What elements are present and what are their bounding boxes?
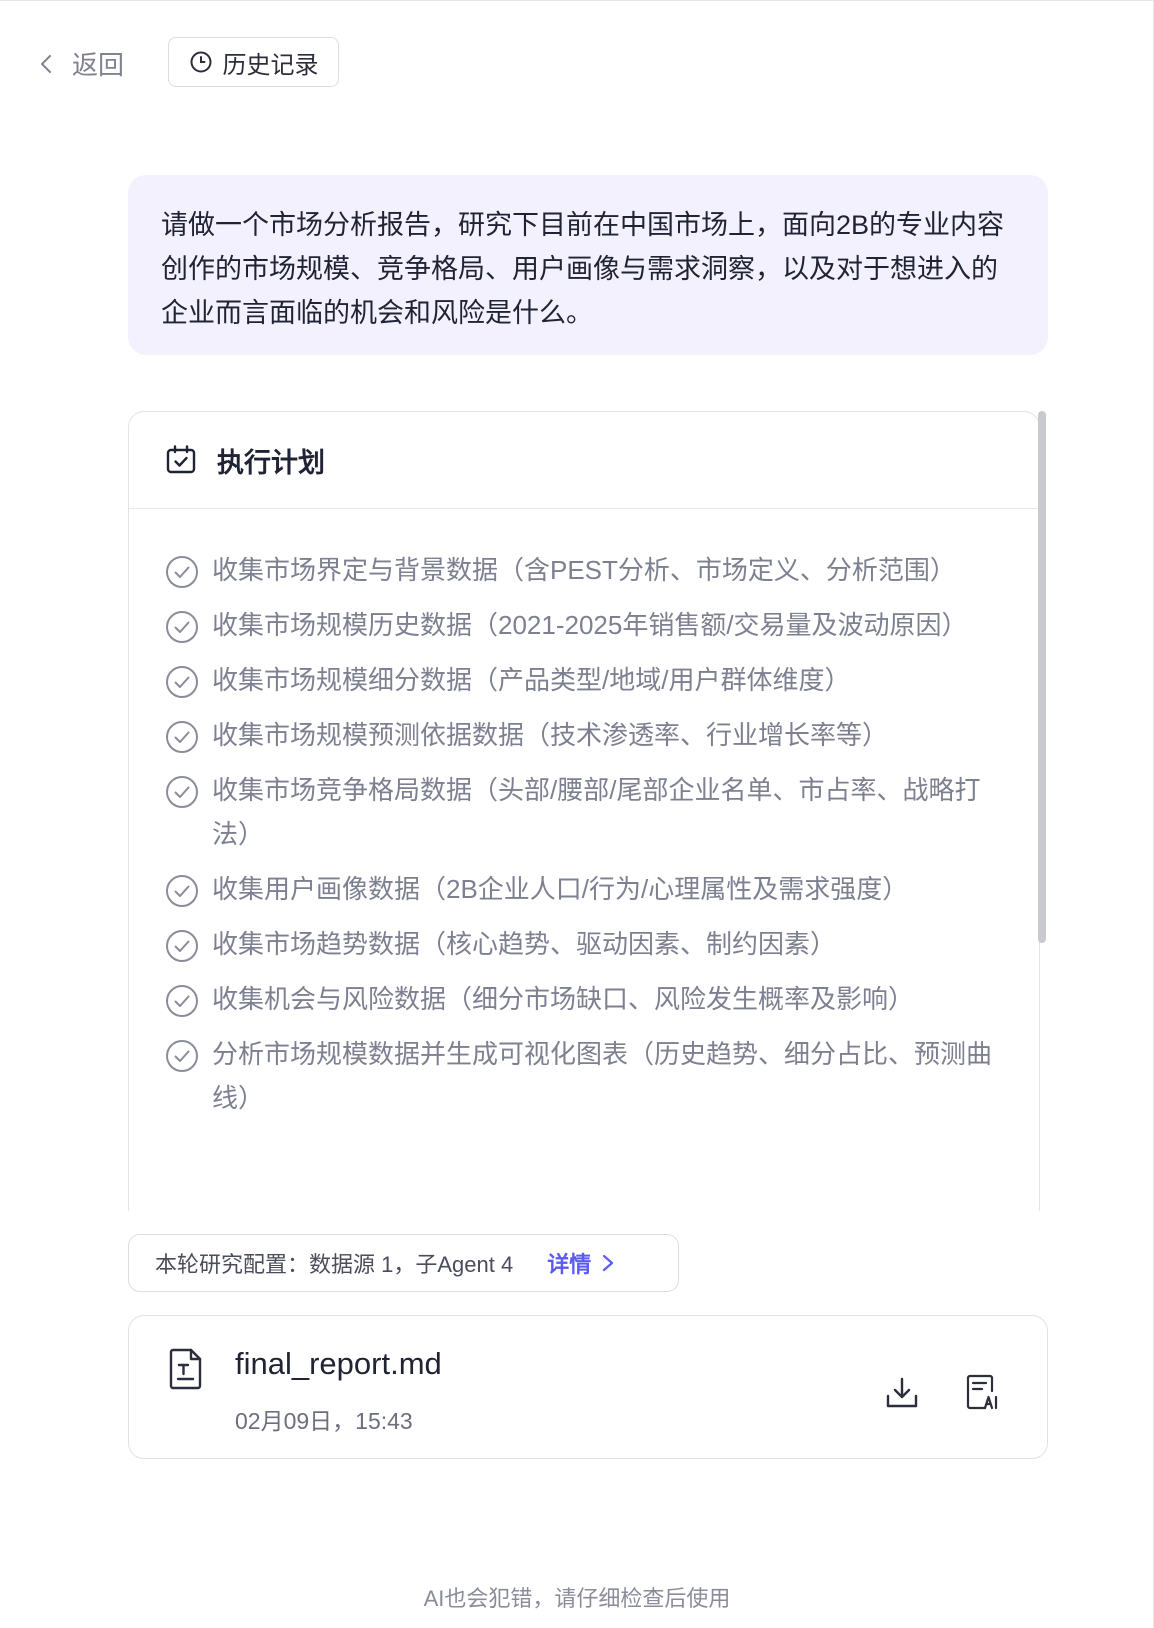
- chevron-left-icon: [41, 54, 51, 73]
- check-circle-icon: [166, 776, 198, 808]
- plan-item: 收集市场趋势数据（核心趋势、驱动因素、制约因素）: [165, 927, 999, 966]
- plan-scrollbar[interactable]: [1038, 411, 1046, 943]
- plan-item: 收集机会与风险数据（细分市场缺口、风险发生概率及影响）: [165, 982, 999, 1021]
- config-detail-label: 详情: [547, 1252, 592, 1277]
- plan-item-text: 收集用户画像数据（2B企业人口/行为/心理属性及需求强度）: [212, 874, 909, 904]
- plan-item-text: 收集机会与风险数据（细分市场缺口、风险发生概率及影响）: [212, 984, 915, 1014]
- plan-title: 执行计划: [217, 447, 325, 478]
- check-circle-icon: [166, 666, 198, 698]
- check-circle-icon: [166, 875, 198, 907]
- check-circle-icon: [166, 721, 198, 753]
- plan-item: 收集市场界定与背景数据（含PEST分析、市场定义、分析范围）: [165, 553, 999, 592]
- check-circle-icon: [166, 985, 198, 1017]
- plan-item-text: 分析市场规模数据并生成可视化图表（历史趋势、细分占比、预测曲线）: [212, 1039, 993, 1113]
- back-button[interactable]: 返回: [36, 45, 124, 82]
- plan-item: 收集市场规模预测依据数据（技术渗透率、行业增长率等）: [165, 718, 999, 757]
- history-button[interactable]: 历史记录: [168, 37, 339, 87]
- file-timestamp: 02月09日，15:43: [235, 1408, 413, 1434]
- execution-plan-card: 执行计划 收集市场界定与背景数据（含PEST分析、市场定义、分析范围） 收集市场…: [128, 411, 1040, 1211]
- plan-item-text: 收集市场规模细分数据（产品类型/地域/用户群体维度）: [212, 665, 851, 695]
- clock-icon: [190, 51, 211, 73]
- plan-item-text: 收集市场竞争格局数据（头部/腰部/尾部企业名单、市占率、战略打法）: [212, 775, 981, 849]
- history-label: 历史记录: [222, 51, 319, 79]
- check-circle-icon: [166, 930, 198, 962]
- ai-document-icon[interactable]: [965, 1374, 999, 1410]
- plan-item: 收集市场规模历史数据（2021-2025年销售额/交易量及波动原因）: [165, 608, 999, 647]
- research-config-pill: 本轮研究配置：数据源 1，子Agent 4 详情: [128, 1234, 679, 1292]
- plan-item-text: 收集市场趋势数据（核心趋势、驱动因素、制约因素）: [212, 929, 837, 959]
- ai-disclaimer: AI也会犯错，请仔细检查后使用: [423, 1586, 731, 1611]
- page: 返回 历史记录 请做一个市场分析报告，研究下目前在中国市场上，面向2B的专业内容…: [0, 0, 1154, 1628]
- plan-item-text: 收集市场规模历史数据（2021-2025年销售额/交易量及波动原因）: [212, 610, 968, 640]
- check-circle-icon: [166, 1040, 198, 1072]
- config-text: 本轮研究配置：数据源 1，子Agent 4: [155, 1252, 514, 1277]
- plan-item: 分析市场规模数据并生成可视化图表（历史趋势、细分占比、预测曲线）: [165, 1037, 999, 1120]
- plan-item-text: 收集市场规模预测依据数据（技术渗透率、行业增长率等）: [212, 720, 889, 750]
- user-prompt-text: 请做一个市场分析报告，研究下目前在中国市场上，面向2B的专业内容创作的市场规模、…: [161, 210, 1005, 328]
- check-circle-icon: [166, 611, 198, 643]
- plan-item: 收集用户画像数据（2B企业人口/行为/心理属性及需求强度）: [165, 872, 999, 911]
- plan-item: 收集市场竞争格局数据（头部/腰部/尾部企业名单、市占率、战略打法）: [165, 773, 999, 856]
- plan-item-text: 收集市场界定与背景数据（含PEST分析、市场定义、分析范围）: [212, 555, 956, 585]
- download-icon[interactable]: [885, 1376, 919, 1410]
- config-detail-link[interactable]: 详情: [547, 1247, 615, 1279]
- file-name: final_report.md: [235, 1346, 442, 1381]
- calendar-check-icon: [166, 445, 196, 474]
- back-label: 返回: [72, 50, 125, 80]
- plan-list: 收集市场界定与背景数据（含PEST分析、市场定义、分析范围） 收集市场规模历史数…: [129, 509, 1039, 1120]
- check-circle-icon: [166, 556, 198, 588]
- report-file-card[interactable]: final_report.md 02月09日，15:43: [128, 1315, 1048, 1459]
- plan-header: 执行计划: [129, 412, 1039, 509]
- chevron-right-icon: [603, 1254, 614, 1272]
- user-prompt-bubble: 请做一个市场分析报告，研究下目前在中国市场上，面向2B的专业内容创作的市场规模、…: [128, 175, 1048, 355]
- plan-item: 收集市场规模细分数据（产品类型/地域/用户群体维度）: [165, 663, 999, 702]
- document-icon: [169, 1348, 202, 1390]
